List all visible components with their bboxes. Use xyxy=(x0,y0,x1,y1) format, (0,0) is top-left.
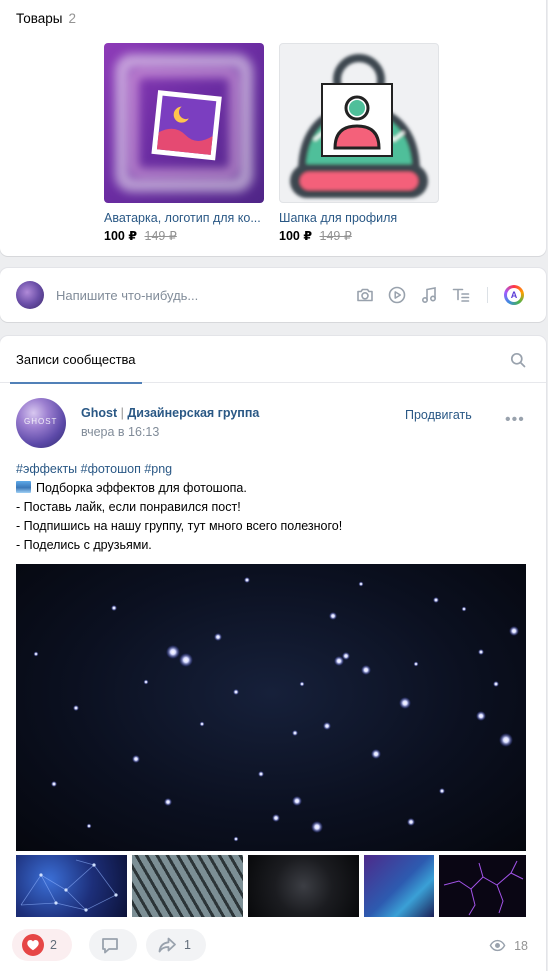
post-line: - Подпишись на нашу группу, тут много вс… xyxy=(16,519,343,533)
sparkle-photo xyxy=(33,577,519,842)
views-counter: 18 xyxy=(489,937,528,954)
share-icon xyxy=(158,937,176,953)
product-card[interactable]: Шапка для профиля 100 ₽ 149 ₽ xyxy=(279,43,439,243)
video-icon[interactable] xyxy=(385,283,409,307)
product-price-current: 100 ₽ xyxy=(104,229,138,243)
product-price-current: 100 ₽ xyxy=(279,229,313,243)
views-count: 18 xyxy=(514,938,528,953)
aura-icon[interactable]: A xyxy=(502,283,526,307)
author-name: Ghost xyxy=(81,406,118,420)
music-icon[interactable] xyxy=(417,283,441,307)
goods-title: Товары xyxy=(16,11,63,26)
post-composer: Напишите что-нибудь... A xyxy=(0,268,546,322)
network-pattern xyxy=(20,859,118,912)
author-separator: | xyxy=(120,406,124,420)
goods-count: 2 xyxy=(68,11,76,26)
post-line: Подборка эффектов для фотошопа. xyxy=(16,479,526,498)
community-wall: Записи сообщества GHOST Ghost | Дизайнер… xyxy=(0,336,546,971)
product-price: 100 ₽ 149 ₽ xyxy=(104,228,264,243)
product-price-old: 149 ₽ xyxy=(319,229,352,243)
post-main-photo[interactable] xyxy=(16,564,526,851)
composer-tools: A xyxy=(345,283,526,307)
like-button[interactable]: 2 xyxy=(12,929,72,961)
post-attachments xyxy=(16,855,526,917)
avatar-text: GHOST xyxy=(24,417,58,426)
heart-icon xyxy=(22,934,44,956)
post-line-text: Подборка эффектов для фотошопа. xyxy=(36,481,247,495)
camera-icon[interactable] xyxy=(353,283,377,307)
lightning-pattern xyxy=(443,860,524,916)
avatar-frame-icon xyxy=(115,54,253,192)
comment-icon xyxy=(102,938,118,954)
share-count: 1 xyxy=(184,938,191,952)
landscape-emoji-icon xyxy=(16,481,31,493)
product-name[interactable]: Шапка для профиля xyxy=(279,211,439,225)
goods-block: Товары 2 Аватарка, логотип для ко... 100… xyxy=(0,0,546,256)
post-actions: 2 1 18 xyxy=(12,929,534,963)
attachment-thumbnail[interactable] xyxy=(439,855,526,917)
attachment-thumbnail[interactable] xyxy=(364,855,434,917)
product-image[interactable] xyxy=(104,43,264,203)
attachment-thumbnail[interactable] xyxy=(16,855,127,917)
post-author-avatar[interactable]: GHOST xyxy=(16,398,66,448)
post-hashtags[interactable]: #эффекты #фотошоп #png xyxy=(16,460,526,479)
product-name[interactable]: Аватарка, логотип для ко... xyxy=(104,211,264,225)
product-price-old: 149 ₽ xyxy=(144,229,177,243)
like-count: 2 xyxy=(50,938,57,952)
post-line: - Поделись с друзьями. xyxy=(16,538,152,552)
post-line: - Поставь лайк, если понравился пост! xyxy=(16,500,241,514)
product-price: 100 ₽ 149 ₽ xyxy=(279,228,439,243)
author-suffix: Дизайнерская группа xyxy=(127,406,260,420)
tab-community-posts[interactable]: Записи сообщества xyxy=(10,336,142,384)
hat-icon xyxy=(290,54,428,198)
comment-button[interactable] xyxy=(89,929,137,961)
post-author[interactable]: Ghost | Дизайнерская группа xyxy=(81,406,259,420)
avatar[interactable] xyxy=(16,281,44,309)
goods-header[interactable]: Товары 2 xyxy=(16,11,76,26)
more-options-icon[interactable]: ••• xyxy=(505,411,525,429)
promote-button[interactable]: Продвигать xyxy=(405,408,472,422)
post-timestamp[interactable]: вчера в 16:13 xyxy=(81,425,159,439)
attachment-thumbnail[interactable] xyxy=(248,855,359,917)
wall-tabs: Записи сообщества xyxy=(0,336,546,384)
attachment-thumbnail[interactable] xyxy=(132,855,243,917)
eye-icon xyxy=(489,939,506,952)
aura-letter: A xyxy=(507,288,521,302)
composer-input[interactable]: Напишите что-нибудь... xyxy=(56,288,198,303)
text-format-icon[interactable] xyxy=(449,283,473,307)
product-image[interactable] xyxy=(279,43,439,203)
product-card[interactable]: Аватарка, логотип для ко... 100 ₽ 149 ₽ xyxy=(104,43,264,243)
search-icon[interactable] xyxy=(510,352,526,368)
post-text: #эффекты #фотошоп #png Подборка эффектов… xyxy=(16,460,526,555)
share-button[interactable]: 1 xyxy=(146,929,206,961)
divider xyxy=(487,287,488,303)
